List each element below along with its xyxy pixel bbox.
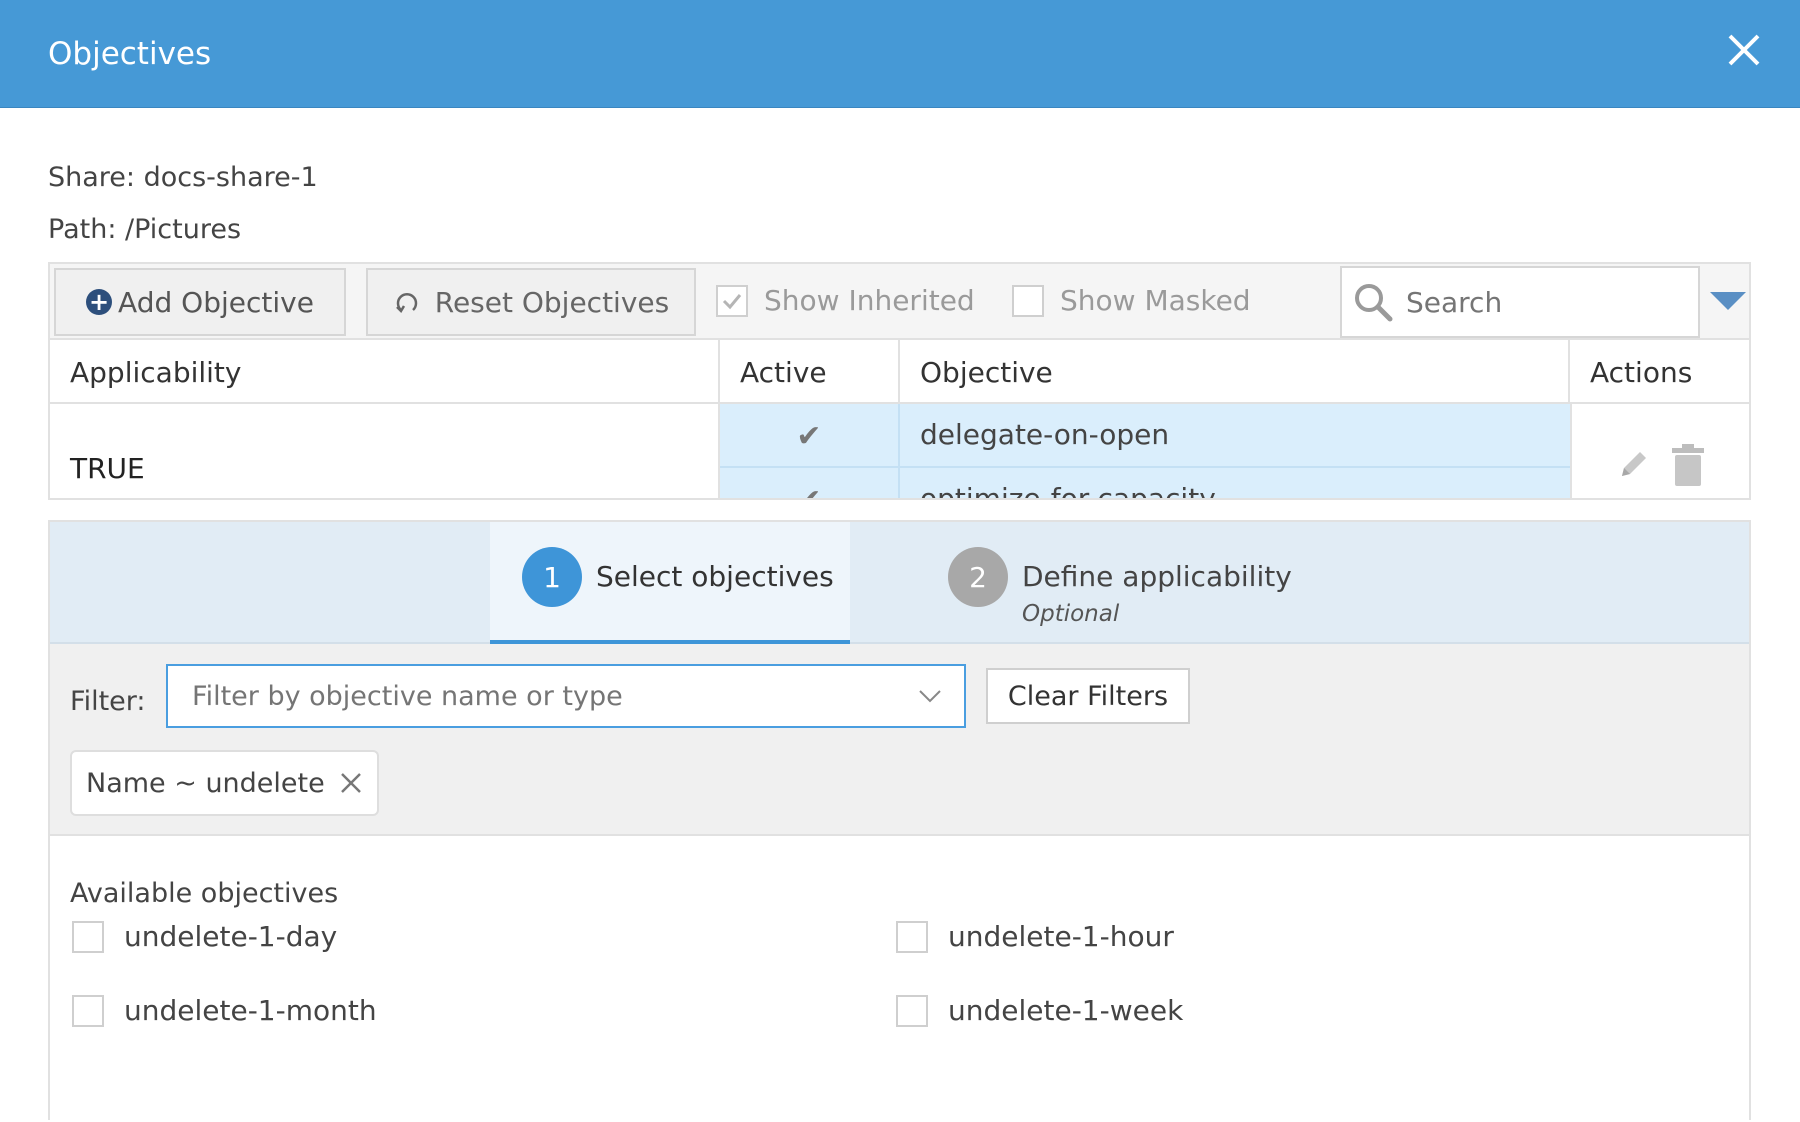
- applicability-cell: TRUE: [50, 404, 720, 498]
- objective-option[interactable]: undelete-1-hour: [896, 920, 1174, 953]
- objective-checkbox[interactable]: [72, 920, 104, 953]
- toolbar: + Add Objective Reset Objectives Show In…: [50, 264, 1749, 340]
- step-select-objectives[interactable]: 1 Select objectives: [490, 522, 850, 644]
- column-header-actions: Actions: [1590, 355, 1693, 389]
- close-icon[interactable]: [1724, 30, 1764, 70]
- dialog-header: Objectives: [0, 0, 1800, 108]
- plus-circle-icon: +: [86, 289, 113, 315]
- objectives-panel: + Add Objective Reset Objectives Show In…: [48, 262, 1751, 500]
- table-header: Applicability Active Objective Actions: [50, 340, 1749, 404]
- objective-option[interactable]: undelete-1-week: [896, 994, 1183, 1027]
- pencil-icon[interactable]: [1616, 448, 1650, 482]
- show-masked-label: Show Masked: [1060, 284, 1251, 317]
- column-header-objective[interactable]: Objective: [900, 340, 1570, 404]
- chevron-down-icon[interactable]: [918, 688, 942, 704]
- filter-label: Filter:: [70, 686, 146, 717]
- table-row[interactable]: TRUE ✔ delegate-on-open ✔ optimize-for-c…: [50, 404, 1749, 500]
- active-check: ✔: [720, 468, 900, 498]
- step-define-applicability[interactable]: 2 Define applicability Optional: [948, 522, 1348, 644]
- filter-input[interactable]: [190, 679, 890, 713]
- objective-name: optimize-for-capacity: [920, 482, 1216, 500]
- objective-option-label: undelete-1-day: [124, 920, 338, 953]
- show-masked-box[interactable]: [1012, 284, 1044, 317]
- column-header-active[interactable]: Active: [720, 340, 900, 404]
- show-inherited-checkbox[interactable]: Show Inherited: [716, 284, 975, 317]
- reset-objectives-label: Reset Objectives: [434, 285, 670, 319]
- path-label: Path: /Pictures: [48, 214, 242, 245]
- step-number: 2: [948, 547, 1008, 607]
- objective-subrow[interactable]: ✔ optimize-for-capacity: [720, 468, 1570, 500]
- filter-chip: Name ~ undelete: [70, 750, 379, 816]
- step-number: 1: [522, 547, 582, 607]
- filter-dropdown[interactable]: [166, 664, 966, 728]
- add-objective-button[interactable]: + Add Objective: [54, 268, 346, 336]
- wizard-steps: 1 Select objectives 2 Define applicabili…: [50, 522, 1749, 644]
- objective-option-label: undelete-1-hour: [948, 920, 1174, 953]
- filter-area: Filter: Clear Filters Name ~ undelete: [50, 644, 1749, 836]
- objective-option-label: undelete-1-month: [124, 994, 377, 1027]
- dialog-title: Objectives: [48, 36, 212, 72]
- objective-option[interactable]: undelete-1-month: [72, 994, 377, 1027]
- search-input[interactable]: [1404, 284, 1684, 320]
- available-objectives-title: Available objectives: [70, 878, 339, 909]
- column-header-applicability[interactable]: Applicability: [50, 340, 720, 404]
- trash-icon[interactable]: [1672, 444, 1704, 486]
- add-objective-wizard: 1 Select objectives 2 Define applicabili…: [48, 520, 1751, 1122]
- show-inherited-box[interactable]: [716, 284, 748, 317]
- objective-checkbox[interactable]: [896, 920, 928, 953]
- step-label: Define applicability: [1022, 560, 1292, 593]
- refresh-icon: [395, 293, 417, 314]
- active-check: ✔: [720, 404, 900, 468]
- actions-cell: [1570, 404, 1749, 498]
- show-masked-checkbox[interactable]: Show Masked: [1012, 284, 1251, 317]
- objective-name: delegate-on-open: [920, 418, 1170, 451]
- clear-filters-button[interactable]: Clear Filters: [986, 668, 1190, 724]
- search-box[interactable]: [1340, 266, 1700, 338]
- objective-subrow[interactable]: ✔ delegate-on-open: [720, 404, 1570, 468]
- close-icon[interactable]: [339, 771, 363, 795]
- caret-down-icon[interactable]: [1710, 292, 1746, 312]
- objective-option[interactable]: undelete-1-day: [72, 920, 337, 953]
- share-label: Share: docs-share-1: [48, 162, 318, 193]
- step-sublabel: Optional: [1022, 601, 1120, 627]
- objective-option-label: undelete-1-week: [948, 994, 1184, 1027]
- objective-checkbox[interactable]: [72, 994, 104, 1027]
- filter-chip-label: Name ~ undelete: [86, 767, 325, 799]
- available-objectives: Available objectives undelete-1-day unde…: [50, 838, 1749, 1122]
- step-label: Select objectives: [596, 560, 834, 593]
- search-icon: [1355, 284, 1393, 322]
- objective-checkbox[interactable]: [896, 994, 928, 1027]
- add-objective-label: Add Objective: [118, 285, 314, 319]
- show-inherited-label: Show Inherited: [764, 284, 975, 317]
- reset-objectives-button[interactable]: Reset Objectives: [366, 268, 696, 336]
- checkmark-icon: [722, 293, 742, 309]
